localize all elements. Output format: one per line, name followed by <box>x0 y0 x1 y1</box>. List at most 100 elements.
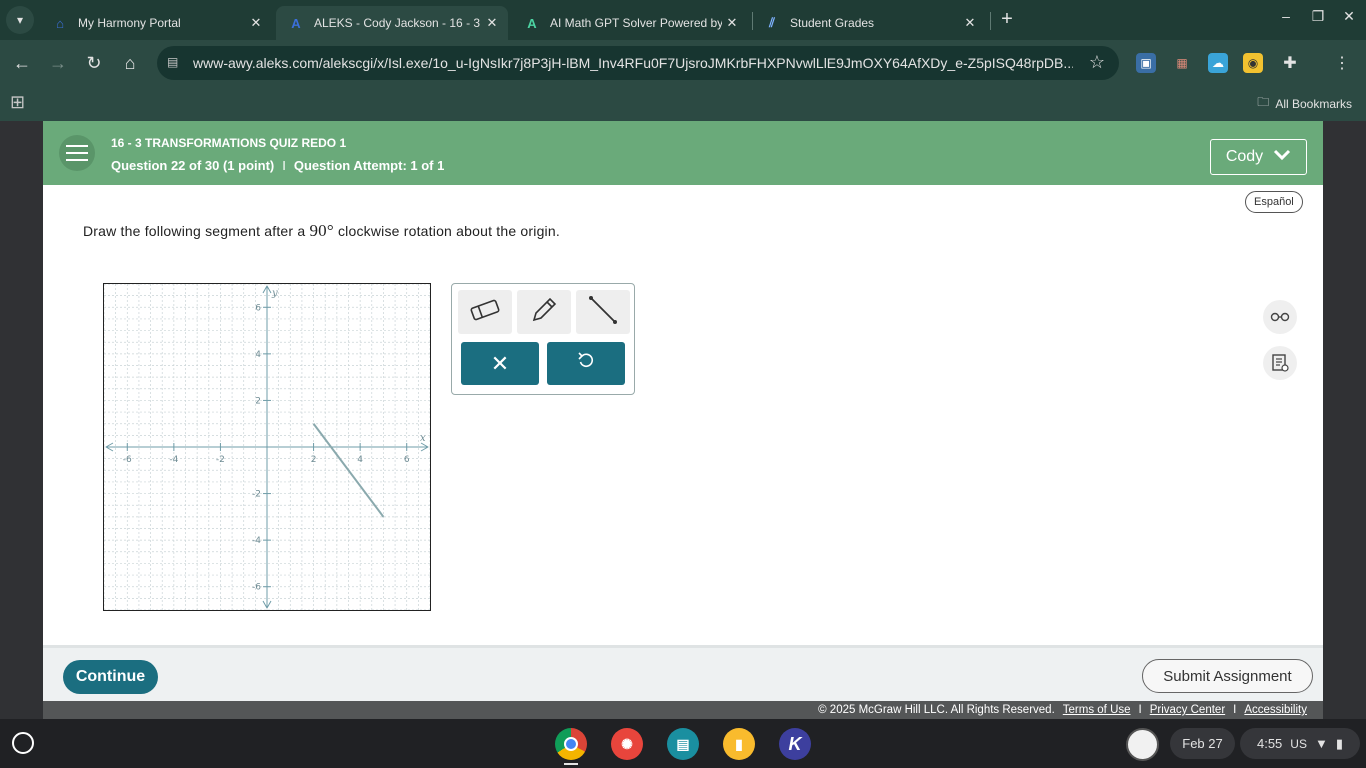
graph-canvas[interactable]: -6 -4 -2 2 4 6 6 4 2 -2 -4 -6 x y <box>103 283 431 611</box>
question-info: Question 22 of 30 (1 point) I Question A… <box>111 158 444 173</box>
kami-icon[interactable]: K <box>779 728 811 760</box>
keep-icon[interactable]: ▮ <box>723 728 755 760</box>
address-bar[interactable]: ▤ www-awy.aleks.com/alekscgi/x/Isl.exe/1… <box>157 46 1119 80</box>
chevron-down-icon <box>1273 148 1291 166</box>
bookmarks-bar: ⊞ 🗀 All Bookmarks <box>0 86 1366 121</box>
extensions-puzzle-icon[interactable]: ✚ <box>1280 53 1300 73</box>
extension-icon[interactable]: ▦ <box>1172 53 1192 73</box>
quiz-header: 16 - 3 TRANSFORMATIONS QUIZ REDO 1 Quest… <box>43 121 1323 185</box>
espanol-button[interactable]: Español <box>1245 191 1303 213</box>
apps-grid-icon[interactable]: ⊞ <box>10 92 25 113</box>
question-attempt: Question Attempt: 1 of 1 <box>293 158 445 173</box>
classroom-icon[interactable]: ▤ <box>667 728 699 760</box>
close-icon[interactable]: ✕ <box>246 15 266 31</box>
battery-icon: ▮ <box>1335 735 1343 751</box>
line-segment-icon <box>588 295 618 330</box>
aleks-app: 16 - 3 TRANSFORMATIONS QUIZ REDO 1 Quest… <box>43 121 1323 719</box>
chrome-icon[interactable] <box>555 728 587 760</box>
close-icon[interactable]: ✕ <box>722 15 742 31</box>
y-axis-label: y <box>271 288 278 299</box>
keep-extension-icon[interactable]: ◉ <box>1243 53 1263 73</box>
calendar-date[interactable]: Feb 27 <box>1170 728 1235 759</box>
submit-assignment-button[interactable]: Submit Assignment <box>1142 659 1313 693</box>
accessibility-link[interactable]: Accessibility <box>1244 704 1307 716</box>
grades-icon: ⫽ <box>769 15 775 30</box>
y-tick-label: -2 <box>252 490 261 500</box>
segment-tool[interactable] <box>576 290 630 334</box>
tab-aleks[interactable]: A ALEKS - Cody Jackson - 16 - 3 Tr ✕ <box>276 6 508 40</box>
clock-time: 4:55 <box>1256 736 1283 751</box>
y-tick-label: 6 <box>255 303 261 313</box>
tab-search-button[interactable]: ▾ <box>6 6 34 34</box>
privacy-center-link[interactable]: Privacy Center <box>1150 704 1225 716</box>
browser-toolbar: ← → ↻ ⌂ ▤ www-awy.aleks.com/alekscgi/x/I… <box>0 40 1366 86</box>
copyright-text: © 2025 McGraw Hill LLC. All Rights Reser… <box>818 704 1055 716</box>
wifi-icon: ▼ <box>1314 736 1328 751</box>
notes-icon[interactable] <box>1263 346 1297 380</box>
tab-strip: ▾ ⌂ My Harmony Portal ✕ A ALEKS - Cody J… <box>0 0 1366 40</box>
eraser-tool[interactable] <box>458 290 512 334</box>
x-tick-label: -2 <box>216 455 225 465</box>
y-tick-label: 4 <box>255 350 261 360</box>
drawing-toolbox: ✕ <box>451 283 635 395</box>
glasses-icon[interactable] <box>1263 300 1297 334</box>
copyright-bar: © 2025 McGraw Hill LLC. All Rights Reser… <box>43 701 1323 719</box>
tab-grades[interactable]: ⫽ Student Grades ✕ <box>752 6 986 40</box>
undo-button[interactable] <box>547 342 625 385</box>
x-tick-label: 6 <box>404 455 410 465</box>
extension-icon[interactable]: ▣ <box>1136 53 1156 73</box>
all-bookmarks-button[interactable]: 🗀 All Bookmarks <box>1257 93 1352 114</box>
mathgpt-icon: A <box>527 15 537 31</box>
home-icon[interactable]: ⌂ <box>118 51 142 75</box>
terms-of-use-link[interactable]: Terms of Use <box>1063 704 1131 716</box>
back-icon[interactable]: ← <box>10 51 34 75</box>
info-separator: I <box>282 158 286 173</box>
os-shelf: ✺ ▤ ▮ K Feb 27 4:55 US ▼ ▮ <box>0 719 1366 768</box>
restore-icon[interactable]: ❐ <box>1307 8 1329 25</box>
status-tray[interactable]: 4:55 US ▼ ▮ <box>1240 728 1360 759</box>
menu-icon[interactable] <box>59 135 95 171</box>
y-tick-label: -6 <box>252 583 261 593</box>
harmony-icon: ⌂ <box>56 15 64 31</box>
canvas-icon[interactable]: ✺ <box>611 728 643 760</box>
launcher-icon[interactable] <box>12 732 34 754</box>
active-app-indicator <box>564 763 578 765</box>
pencil-icon <box>529 295 559 330</box>
cloud-extension-icon[interactable]: ☁ <box>1208 53 1228 73</box>
quiz-title: 16 - 3 TRANSFORMATIONS QUIZ REDO 1 <box>111 136 347 150</box>
tab-separator <box>990 12 991 30</box>
link-separator: I <box>1138 704 1142 716</box>
folder-icon: 🗀 <box>1257 95 1270 109</box>
user-menu-button[interactable]: Cody <box>1210 139 1307 175</box>
close-icon: ✕ <box>490 350 510 376</box>
question-text: Draw the following segment after a 90° c… <box>83 221 560 240</box>
eraser-icon <box>470 298 500 327</box>
x-tick-label: -4 <box>169 455 178 465</box>
x-tick-label: 2 <box>311 455 317 465</box>
y-tick-label: 2 <box>255 396 261 406</box>
stylus-tools-icon[interactable] <box>1126 728 1159 761</box>
more-menu-icon[interactable]: ⋮ <box>1332 53 1352 73</box>
close-window-icon[interactable]: ✕ <box>1338 8 1360 25</box>
site-info-icon[interactable]: ▤ <box>167 55 183 71</box>
clear-button[interactable]: ✕ <box>461 342 539 385</box>
page-viewport: 16 - 3 TRANSFORMATIONS QUIZ REDO 1 Quest… <box>0 121 1366 719</box>
question-footer: Continue Submit Assignment <box>43 645 1323 701</box>
forward-icon[interactable]: → <box>46 51 70 75</box>
minimize-icon[interactable]: – <box>1275 8 1297 24</box>
x-axis-label: x <box>420 433 426 444</box>
reload-icon[interactable]: ↻ <box>82 51 106 75</box>
continue-button[interactable]: Continue <box>63 660 158 694</box>
new-tab-button[interactable]: + <box>996 8 1018 30</box>
coordinate-grid[interactable]: -6 -4 -2 2 4 6 6 4 2 -2 -4 -6 x y <box>103 283 431 611</box>
tab-mathgpt[interactable]: A AI Math GPT Solver Powered by ✕ <box>512 6 748 40</box>
question-number: Question 22 of 30 (1 point) <box>111 158 275 173</box>
close-icon[interactable]: ✕ <box>482 15 502 31</box>
undo-icon <box>576 351 596 377</box>
pencil-tool[interactable] <box>517 290 571 334</box>
bookmark-star-icon[interactable]: ☆ <box>1089 52 1105 73</box>
rotation-angle: 90° <box>309 221 334 240</box>
tab-harmony[interactable]: ⌂ My Harmony Portal ✕ <box>40 6 272 40</box>
x-tick-label: -6 <box>123 455 132 465</box>
close-icon[interactable]: ✕ <box>960 15 980 31</box>
